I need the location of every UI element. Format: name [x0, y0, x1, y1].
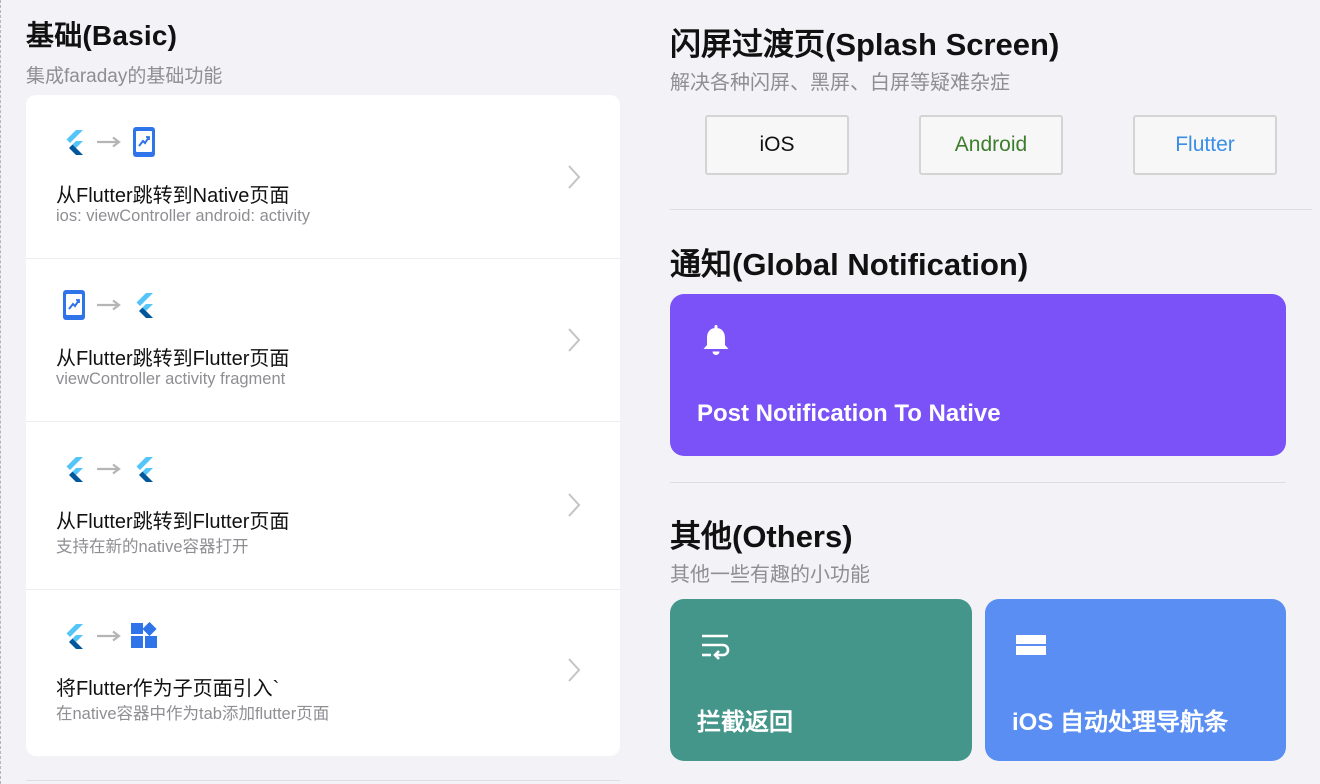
- basic-subtitle: 集成faraday的基础功能: [26, 66, 223, 87]
- widgets-icon: [128, 620, 160, 652]
- list-item-title: 从Flutter跳转到Flutter页面: [56, 511, 290, 533]
- list-item-title: 将Flutter作为子页面引入`: [56, 678, 280, 700]
- flutter-icon: [58, 620, 90, 652]
- list-item-desc: viewController activity fragment: [56, 370, 286, 388]
- ios-splash-button[interactable]: iOS: [705, 115, 849, 175]
- button-label: Flutter: [1175, 133, 1235, 156]
- button-label: Android: [954, 133, 1028, 156]
- basic-list: 从Flutter跳转到Native页面 ios: viewController …: [26, 95, 620, 756]
- list-item-desc: 支持在新的native容器打开: [56, 538, 249, 556]
- post-notification-card[interactable]: Post Notification To Native: [670, 294, 1286, 456]
- wrap-text-icon: [702, 634, 730, 660]
- arrow-right-icon: [90, 289, 128, 321]
- arrow-right-icon: [90, 126, 128, 158]
- basic-section: 基础(Basic) 集成faraday的基础功能 从Flutter跳转到Nati…: [26, 14, 620, 756]
- notification-title: 通知(Global Notification): [670, 247, 1029, 282]
- flutter-splash-button[interactable]: Flutter: [1133, 115, 1277, 175]
- splash-title: 闪屏过渡页(Splash Screen): [670, 27, 1060, 62]
- post-notification-label: Post Notification To Native: [697, 400, 1001, 427]
- intercept-back-card[interactable]: 拦截返回: [670, 599, 972, 761]
- native-page-icon: [128, 126, 160, 158]
- ios-auto-navbar-label: iOS 自动处理导航条: [1012, 709, 1229, 736]
- divider: [26, 780, 620, 781]
- chevron-right-icon: [568, 658, 581, 682]
- divider: [670, 209, 1312, 210]
- list-item-desc: 在native容器中作为tab添加flutter页面: [56, 705, 330, 723]
- row-icons: [58, 126, 160, 158]
- row-icons: [58, 453, 160, 485]
- flutter-icon: [128, 453, 160, 485]
- others-subtitle: 其他一些有趣的小功能: [670, 564, 870, 586]
- list-item-flutter-to-native[interactable]: 从Flutter跳转到Native页面 ios: viewController …: [26, 95, 620, 258]
- right-column: 闪屏过渡页(Splash Screen) 解决各种闪屏、黑屏、白屏等疑难杂症 i…: [670, 0, 1312, 784]
- others-title: 其他(Others): [670, 519, 853, 554]
- android-splash-button[interactable]: Android: [919, 115, 1063, 175]
- flutter-icon: [128, 289, 160, 321]
- list-item-desc: ios: viewController android: activity: [56, 207, 311, 225]
- bell-icon: [703, 325, 729, 355]
- basic-title: 基础(Basic): [26, 20, 178, 51]
- arrow-right-icon: [90, 620, 128, 652]
- list-item-flutter-to-flutter-new-container[interactable]: 从Flutter跳转到Flutter页面 支持在新的native容器打开: [26, 422, 620, 589]
- intercept-back-label: 拦截返回: [697, 709, 793, 736]
- nav-bar-icon: [1016, 635, 1046, 655]
- list-item-title: 从Flutter跳转到Native页面: [56, 185, 290, 207]
- divider: [670, 482, 1286, 483]
- row-icons: [58, 289, 160, 321]
- row-icons: [58, 620, 160, 652]
- splash-subtitle: 解决各种闪屏、黑屏、白屏等疑难杂症: [670, 72, 1010, 94]
- native-page-icon: [58, 289, 90, 321]
- flutter-icon: [58, 126, 90, 158]
- button-label: iOS: [759, 133, 795, 156]
- chevron-right-icon: [568, 165, 581, 189]
- arrow-right-icon: [90, 453, 128, 485]
- chevron-right-icon: [568, 328, 581, 352]
- list-item-flutter-as-subpage[interactable]: 将Flutter作为子页面引入` 在native容器中作为tab添加flutte…: [26, 590, 620, 756]
- flutter-icon: [58, 453, 90, 485]
- ios-auto-navbar-card[interactable]: iOS 自动处理导航条: [985, 599, 1286, 761]
- left-dashed-edge: [0, 0, 4, 784]
- chevron-right-icon: [568, 493, 581, 517]
- list-item-title: 从Flutter跳转到Flutter页面: [56, 348, 290, 370]
- list-item-flutter-to-flutter[interactable]: 从Flutter跳转到Flutter页面 viewController acti…: [26, 259, 620, 421]
